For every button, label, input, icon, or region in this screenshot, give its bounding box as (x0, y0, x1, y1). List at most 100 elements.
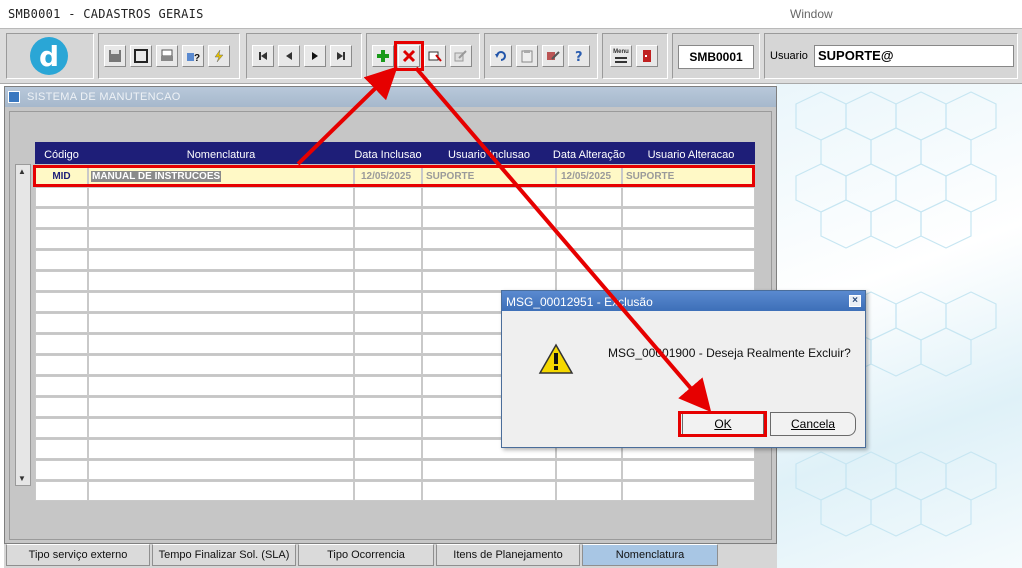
table-cell[interactable] (556, 250, 622, 270)
table-cell[interactable] (88, 250, 354, 270)
table-cell[interactable] (88, 481, 354, 501)
menu-button[interactable]: Menu (610, 45, 632, 67)
insert-record-button[interactable] (372, 45, 394, 67)
undo-button[interactable] (490, 45, 512, 67)
table-cell[interactable] (354, 208, 422, 228)
table-cell[interactable] (35, 376, 88, 396)
table-cell[interactable] (88, 334, 354, 354)
table-cell[interactable] (354, 376, 422, 396)
window-menu[interactable]: Window (790, 7, 833, 21)
table-cell[interactable] (88, 376, 354, 396)
annotation-ok-highlight (678, 411, 767, 437)
table-cell[interactable] (35, 271, 88, 291)
table-cell[interactable] (88, 313, 354, 333)
table-cell[interactable] (88, 397, 354, 417)
user-field[interactable]: SUPORTE@ (814, 45, 1014, 67)
table-cell[interactable] (354, 313, 422, 333)
table-cell[interactable] (35, 250, 88, 270)
table-cell[interactable] (422, 208, 556, 228)
table-cell[interactable] (88, 460, 354, 480)
table-cell[interactable] (354, 460, 422, 480)
table-cell[interactable] (556, 460, 622, 480)
table-cell[interactable] (354, 439, 422, 459)
table-cell[interactable] (354, 292, 422, 312)
table-cell[interactable] (422, 460, 556, 480)
table-cell[interactable] (88, 229, 354, 249)
table-cell[interactable] (622, 187, 755, 207)
table-cell[interactable] (622, 271, 755, 291)
table-cell[interactable] (35, 439, 88, 459)
table-cell[interactable] (556, 481, 622, 501)
print-button[interactable] (156, 45, 178, 67)
first-record-button[interactable] (252, 45, 274, 67)
table-cell[interactable] (622, 229, 755, 249)
table-cell[interactable] (622, 250, 755, 270)
table-cell[interactable] (422, 271, 556, 291)
table-cell[interactable] (354, 418, 422, 438)
dialog-close-icon[interactable]: × (849, 295, 861, 307)
table-cell[interactable] (88, 271, 354, 291)
table-cell[interactable] (35, 418, 88, 438)
table-cell[interactable] (354, 229, 422, 249)
table-cell[interactable] (35, 460, 88, 480)
table-cell[interactable] (422, 229, 556, 249)
grid-scrollbar[interactable]: ▲ ▼ (15, 164, 31, 486)
scroll-down-icon[interactable]: ▼ (18, 474, 26, 483)
table-cell[interactable] (88, 292, 354, 312)
table-cell[interactable] (88, 418, 354, 438)
table-cell[interactable] (556, 271, 622, 291)
table-cell[interactable] (622, 460, 755, 480)
table-cell[interactable] (88, 439, 354, 459)
cancel-button[interactable]: Cancela (770, 412, 856, 436)
query-help-button[interactable]: ? (182, 45, 204, 67)
clear-record-button[interactable] (424, 45, 446, 67)
table-cell[interactable] (622, 481, 755, 501)
previous-record-button[interactable] (278, 45, 300, 67)
window-button[interactable] (130, 45, 152, 67)
table-cell[interactable] (622, 208, 755, 228)
grid-header: Código Nomenclatura Data Inclusao Usuari… (35, 142, 755, 164)
clipboard-button[interactable] (516, 45, 538, 67)
table-cell[interactable] (35, 397, 88, 417)
scroll-up-icon[interactable]: ▲ (18, 167, 26, 176)
edit-field-button[interactable] (542, 45, 564, 67)
next-record-button[interactable] (304, 45, 326, 67)
delete-x-icon (402, 49, 416, 63)
tab-tipo-servico-externo[interactable]: Tipo serviço externo (6, 544, 150, 566)
duplicate-record-button[interactable] (450, 45, 472, 67)
table-cell[interactable] (354, 271, 422, 291)
table-cell[interactable] (35, 229, 88, 249)
delete-record-button[interactable] (394, 41, 424, 71)
table-cell[interactable] (354, 481, 422, 501)
table-cell[interactable] (35, 355, 88, 375)
table-cell[interactable] (556, 229, 622, 249)
save-button[interactable] (104, 45, 126, 67)
last-record-button[interactable] (330, 45, 352, 67)
tab-tempo-finalizar-sla[interactable]: Tempo Finalizar Sol. (SLA) (152, 544, 296, 566)
table-cell[interactable] (35, 187, 88, 207)
tab-nomenclatura[interactable]: Nomenclatura (582, 544, 718, 566)
table-cell[interactable] (422, 250, 556, 270)
table-cell[interactable] (556, 187, 622, 207)
table-cell[interactable] (354, 187, 422, 207)
table-cell[interactable] (354, 397, 422, 417)
table-cell[interactable] (35, 208, 88, 228)
table-cell[interactable] (422, 187, 556, 207)
help-button[interactable]: ? (568, 45, 590, 67)
table-cell[interactable] (354, 334, 422, 354)
tab-itens-de-planejamento[interactable]: Itens de Planejamento (436, 544, 580, 566)
table-cell[interactable] (88, 187, 354, 207)
table-cell[interactable] (556, 208, 622, 228)
tab-tipo-ocorrencia[interactable]: Tipo Ocorrencia (298, 544, 434, 566)
table-cell[interactable] (88, 208, 354, 228)
table-cell[interactable] (354, 355, 422, 375)
table-cell[interactable] (422, 481, 556, 501)
execute-query-button[interactable] (208, 45, 230, 67)
table-cell[interactable] (35, 313, 88, 333)
table-cell[interactable] (35, 334, 88, 354)
table-cell[interactable] (35, 292, 88, 312)
table-cell[interactable] (35, 481, 88, 501)
exit-button[interactable] (636, 45, 658, 67)
table-cell[interactable] (354, 250, 422, 270)
table-cell[interactable] (88, 355, 354, 375)
